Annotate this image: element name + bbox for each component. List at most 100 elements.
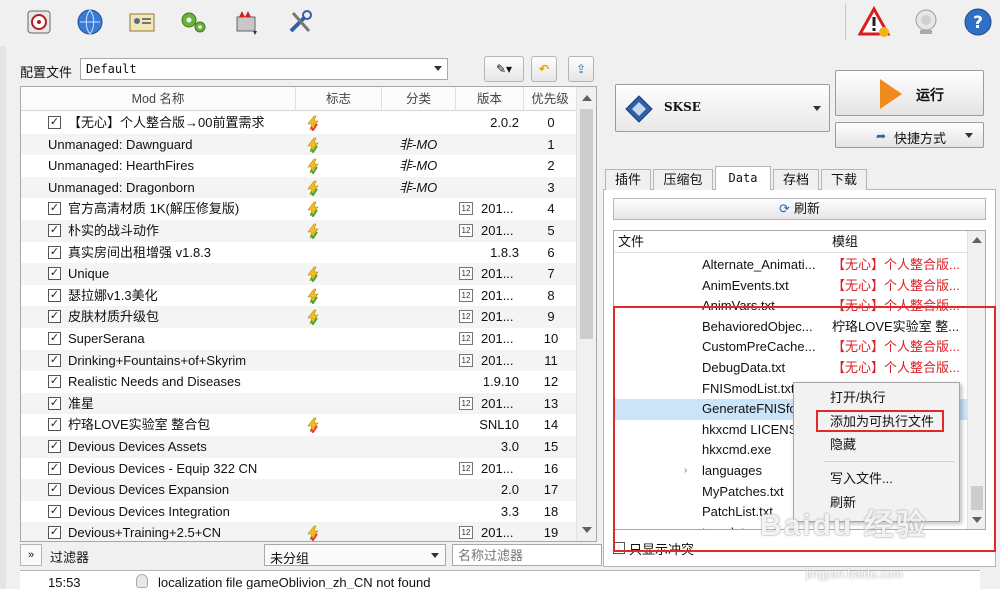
table-row[interactable]: ✓ Realistic Needs and Diseases 1.9.10 12 (21, 371, 577, 393)
executable-select[interactable]: SKSE (615, 84, 830, 132)
mod-enabled-checkbox[interactable]: ✓ (48, 116, 61, 129)
mod-priority: 4 (547, 201, 555, 217)
column-header-file[interactable]: 文件 (618, 231, 818, 253)
mod-enabled-checkbox[interactable]: ✓ (48, 331, 61, 345)
mod-enabled-checkbox[interactable]: ✓ (48, 223, 61, 237)
mod-enabled-checkbox[interactable]: ✓ (48, 353, 61, 367)
group-select[interactable]: 未分组 (264, 544, 446, 566)
menu-item-write-to-file[interactable]: 写入文件... (830, 469, 893, 489)
mod-enabled-checkbox[interactable]: ✓ (48, 526, 61, 540)
shortcut-label: 快捷方式 (894, 131, 947, 146)
mod-enabled-checkbox[interactable]: ✓ (48, 504, 61, 518)
table-row[interactable]: ✓ SuperSerana 12 201... 10 (21, 328, 577, 350)
mod-name: 柠珞LOVE实验室 整合包 (68, 417, 211, 433)
restore-backup-button[interactable]: ↶ (531, 56, 557, 82)
tab-data[interactable]: Data (715, 166, 771, 191)
scroll-up-icon[interactable] (582, 95, 592, 101)
wrench-screwdriver-icon[interactable] (282, 4, 318, 40)
table-row[interactable]: Unmanaged: Dragonborn 非-MO 3 (21, 176, 577, 199)
mod-enabled-checkbox[interactable]: ✓ (48, 461, 61, 475)
column-header-priority[interactable]: 优先级 (524, 87, 577, 111)
table-row[interactable]: ✓ 真实房间出租增强 v1.8.3 1.8.3 6 (21, 242, 577, 264)
toolbar-separator (845, 4, 846, 40)
mod-list[interactable]: Mod 名称 标志 分类 版本 优先级 ✓ 【无心】个人整合版→00前置需求 2.0… (20, 86, 597, 542)
column-header-version[interactable]: 版本 (456, 87, 524, 111)
column-header-category[interactable]: 分类 (382, 87, 456, 111)
scroll-down-icon[interactable] (972, 517, 982, 523)
mod-enabled-checkbox[interactable]: ✓ (48, 288, 61, 302)
nexus-globe-icon[interactable] (72, 4, 108, 40)
mod-enabled-checkbox[interactable]: ✓ (48, 267, 61, 281)
warning-icon[interactable] (856, 4, 892, 40)
profile-select[interactable]: Default (80, 58, 448, 80)
table-row[interactable]: ✓ 准星 12 201... 13 (21, 392, 577, 415)
refresh-button[interactable]: ⟳ 刷新 (613, 198, 986, 220)
file-row[interactable]: CustomPreCache... 【无心】个人整合版... (614, 337, 967, 358)
table-row[interactable]: ✓ Unique 12 201... 7 (21, 263, 577, 285)
mod-tools-button[interactable]: ✎▾ (484, 56, 524, 82)
file-row[interactable]: AnimVars.txt 【无心】个人整合版... (614, 296, 967, 317)
calendar-icon: 12 (459, 202, 473, 216)
scroll-thumb[interactable] (971, 486, 983, 510)
mod-version: 201... (481, 287, 514, 303)
file-row[interactable]: DebugData.txt 【无心】个人整合版... (614, 358, 967, 379)
column-header-mod[interactable]: 模组 (832, 231, 962, 253)
shortcut-button[interactable]: ➦ 快捷方式 (835, 122, 984, 148)
mod-enabled-checkbox[interactable]: ✓ (48, 245, 61, 259)
mod-name: Devious Devices Assets (68, 438, 207, 454)
scroll-thumb[interactable] (580, 109, 593, 339)
mod-enabled-checkbox[interactable]: ✓ (48, 396, 61, 410)
tab-plugins[interactable]: 插件 (605, 169, 651, 190)
conflict-only-checkbox[interactable]: 只显示冲突 (613, 540, 694, 557)
tools-icon[interactable] (228, 4, 264, 40)
table-row[interactable]: ✓ 柠珞LOVE实验室 整合包 SNL10 14 (21, 414, 577, 436)
table-row[interactable]: ✓ 瑟拉娜v1.3美化 12 201... 8 (21, 285, 577, 307)
column-header-flags[interactable]: 标志 (296, 87, 382, 111)
chevron-right-icon[interactable]: › (684, 523, 687, 529)
tab-saves[interactable]: 存档 (773, 169, 819, 190)
table-row[interactable]: ✓ 官方高清材质 1K(解压修复版) 12 201... 4 (21, 198, 577, 220)
mod-list-scrollbar[interactable] (576, 87, 596, 541)
mod-version: 201... (481, 309, 514, 325)
scroll-down-icon[interactable] (582, 527, 592, 533)
file-row[interactable]: BehavioredObjec... 柠珞LOVE实验室 整... (614, 317, 967, 338)
scroll-up-icon[interactable] (972, 237, 982, 243)
tab-downloads[interactable]: 下载 (821, 169, 867, 190)
table-row[interactable]: ✓ Devious Devices - Equip 322 CN 12 201... 1… (21, 458, 577, 480)
table-row[interactable]: ✓ 【无心】个人整合版→00前置需求 2.0.2 0 (21, 112, 577, 134)
table-row[interactable]: ✓ Devious Devices Assets 3.0 15 (21, 435, 577, 458)
run-button[interactable]: 运行 (835, 70, 984, 116)
name-filter-input[interactable] (452, 544, 602, 566)
file-row[interactable]: Alternate_Animati... 【无心】个人整合版... (614, 255, 967, 276)
menu-item-hide[interactable]: 隐藏 (830, 435, 856, 455)
chevron-right-icon[interactable]: › (684, 461, 687, 482)
mod-enabled-checkbox[interactable]: ✓ (48, 375, 61, 389)
mod-enabled-checkbox[interactable]: ✓ (48, 439, 61, 453)
profiles-icon[interactable] (124, 4, 160, 40)
mod-enabled-checkbox[interactable]: ✓ (48, 202, 61, 216)
filter-toggle-button[interactable]: » (20, 544, 42, 566)
mod-version: 3.0 (500, 438, 519, 454)
tab-archives[interactable]: 压缩包 (653, 169, 713, 190)
mod-enabled-checkbox[interactable]: ✓ (48, 418, 61, 432)
file-tree-scrollbar[interactable] (967, 231, 985, 529)
table-row[interactable]: ✓ 朴实的战斗动作 12 201... 5 (21, 219, 577, 242)
table-row[interactable]: ✓ Devious Devices Expansion 2.0 17 (21, 479, 577, 501)
column-header-name[interactable]: Mod 名称 (21, 87, 296, 111)
update-icon[interactable] (908, 4, 944, 40)
mod-enabled-checkbox[interactable]: ✓ (48, 483, 61, 497)
install-mod-icon[interactable] (22, 4, 58, 40)
mod-enabled-checkbox[interactable]: ✓ (48, 310, 61, 324)
settings-gears-icon[interactable] (176, 4, 212, 40)
table-row[interactable]: ✓ Drinking+Fountains+of+Skyrim 12 201... 11 (21, 349, 577, 372)
table-row[interactable]: ✓ Devious+Training+2.5+CN 12 201... 19 (21, 522, 577, 541)
file-row[interactable]: AnimEvents.txt 【无心】个人整合版... (614, 276, 967, 297)
create-backup-button[interactable]: ⇪ (568, 56, 594, 82)
menu-item-open-execute[interactable]: 打开/执行 (830, 388, 886, 408)
checkbox-icon[interactable] (613, 542, 625, 554)
table-row[interactable]: Unmanaged: HearthFires 非-MO 2 (21, 155, 577, 177)
table-row[interactable]: ✓ 皮肤材质升级包 12 201... 9 (21, 306, 577, 328)
table-row[interactable]: ✓ Devious Devices Integration 3.3 18 (21, 501, 577, 523)
table-row[interactable]: Unmanaged: Dawnguard 非-MO 1 (21, 133, 577, 156)
help-icon[interactable]: ? (960, 4, 996, 40)
